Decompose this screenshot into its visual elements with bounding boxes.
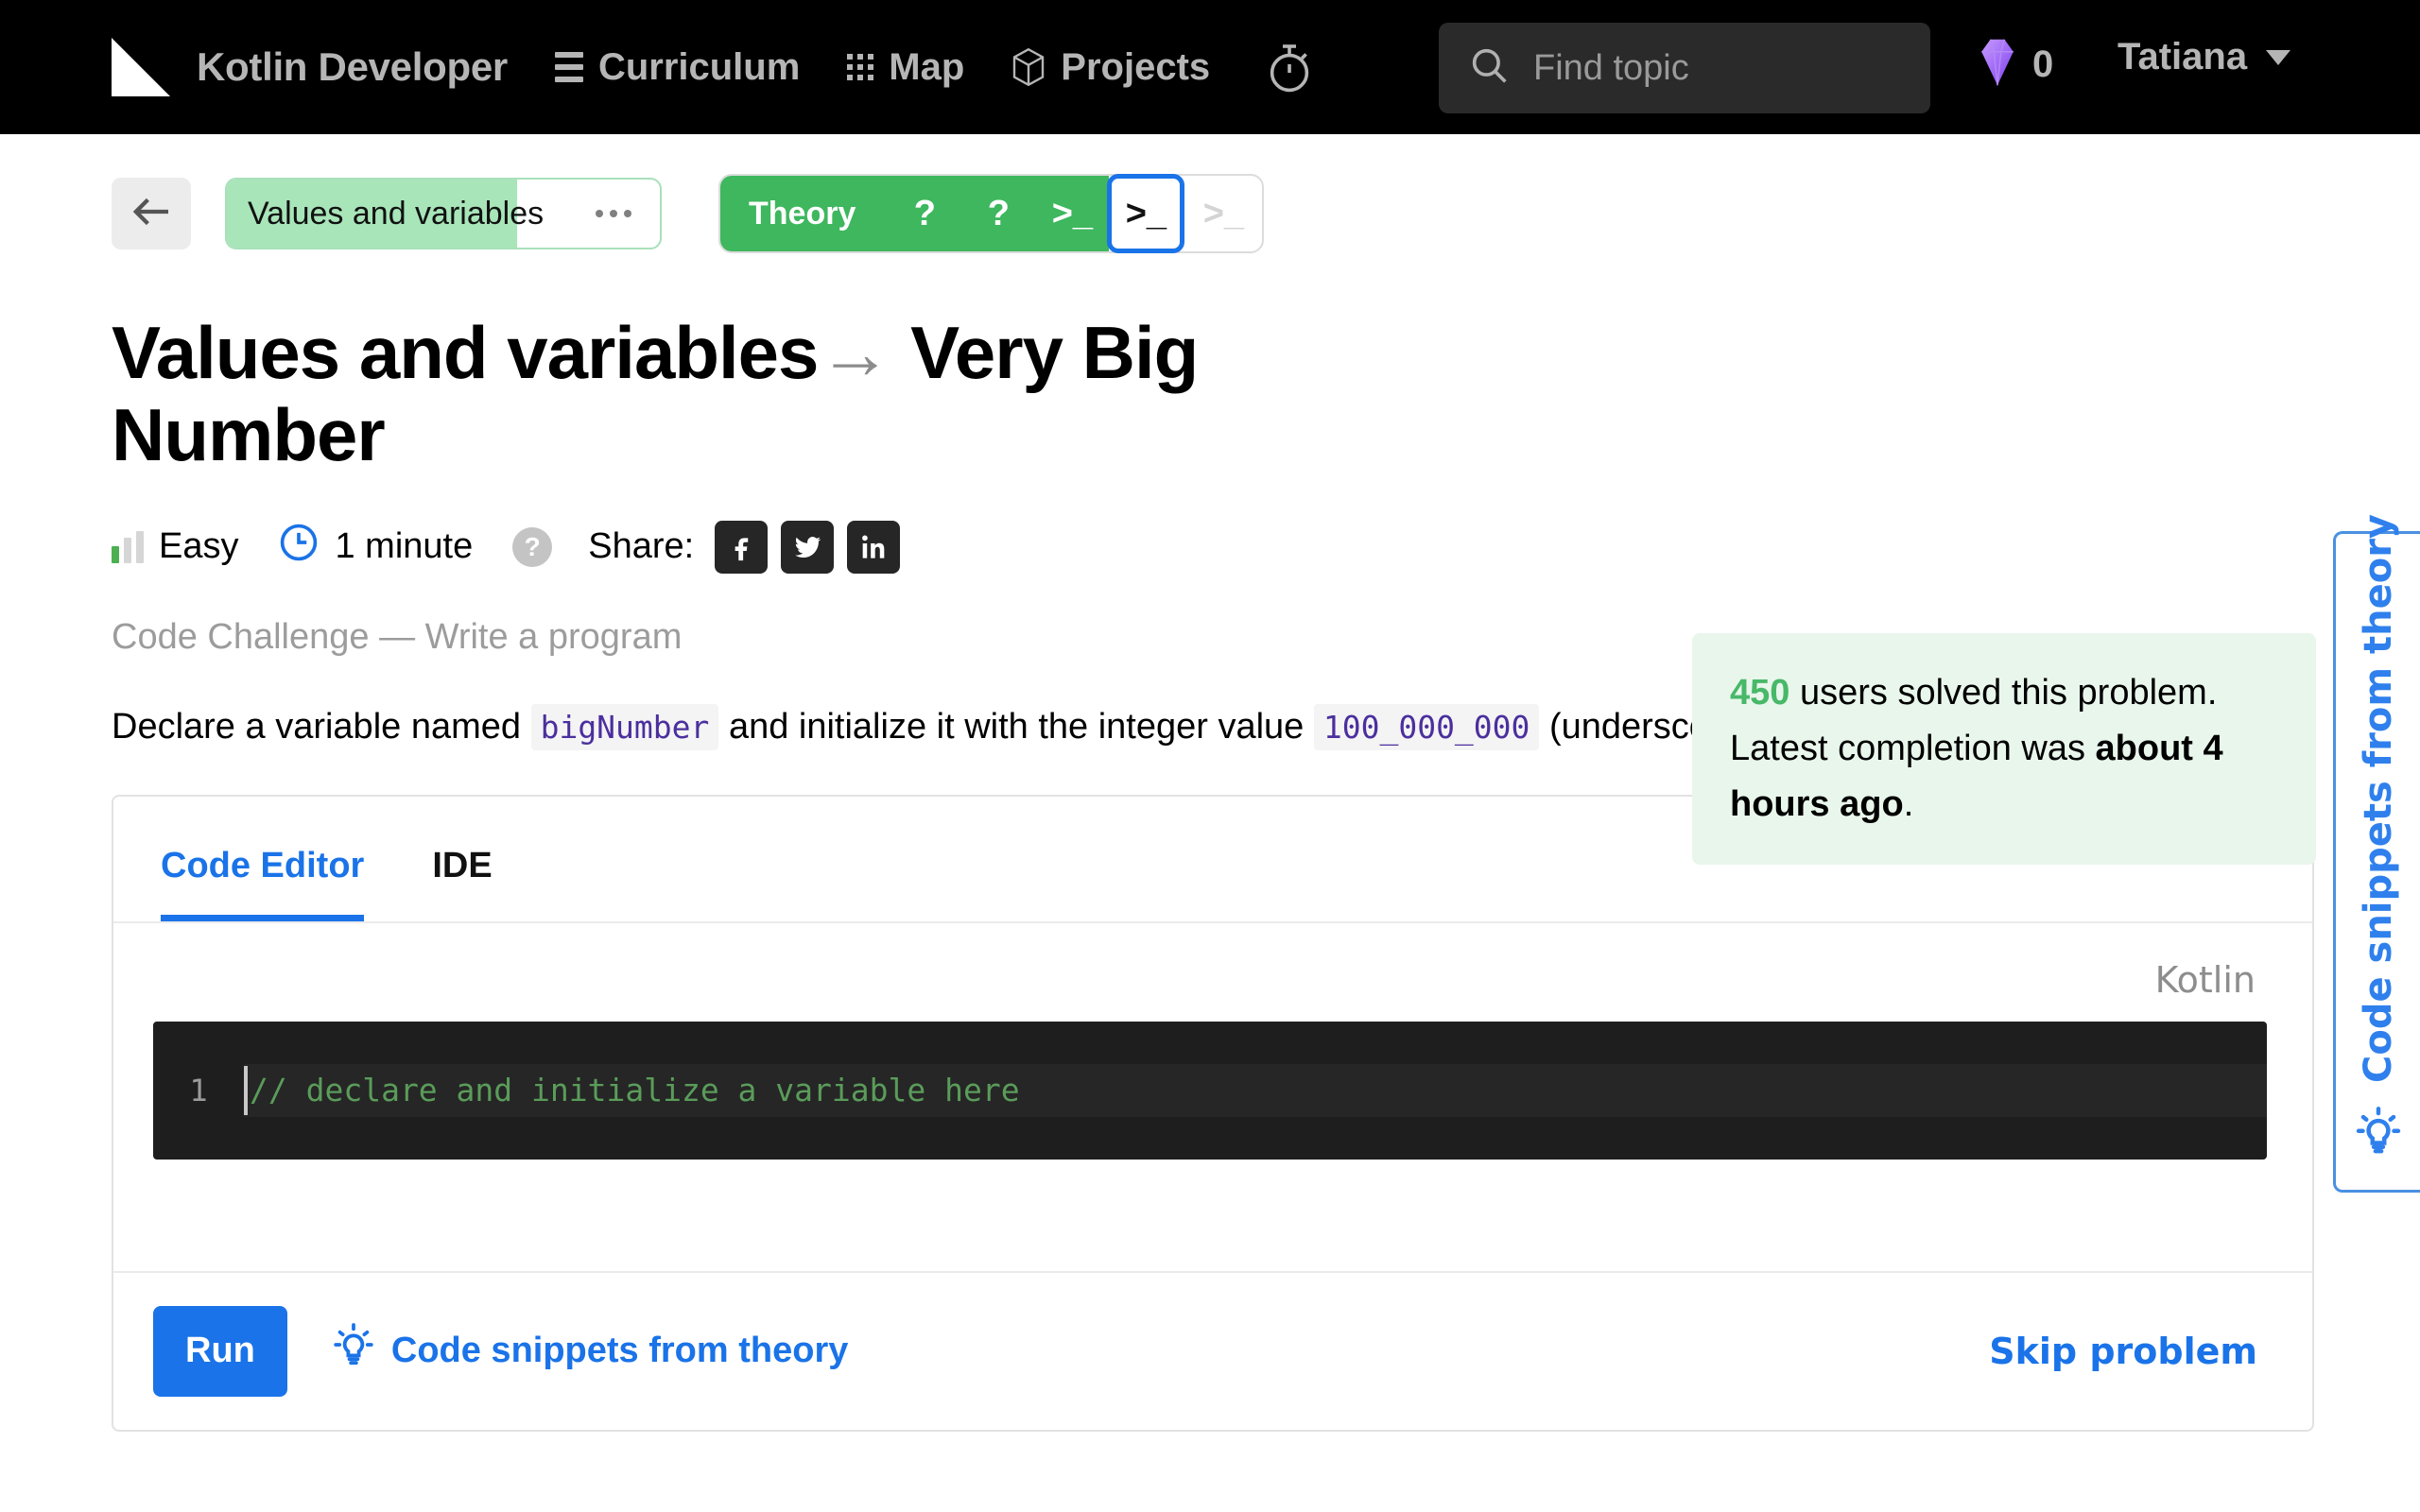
- gem-icon: [1976, 36, 2019, 94]
- stopwatch-icon[interactable]: [1265, 39, 1314, 95]
- step-code-1[interactable]: >_: [1035, 194, 1109, 234]
- question-circle-icon[interactable]: ?: [512, 526, 553, 567]
- side-tab-label: Code snippets from theory: [2356, 514, 2400, 1083]
- topic-chip-label: Values and variables: [248, 195, 544, 232]
- share-buttons: [715, 520, 901, 574]
- nav-item-projects[interactable]: Projects: [1011, 46, 1210, 89]
- share-label: Share:: [588, 526, 695, 567]
- code-snippets-label: Code snippets from theory: [390, 1331, 849, 1371]
- solved-count: 450: [1730, 673, 1790, 713]
- grid-dots-icon: [847, 54, 874, 80]
- facebook-icon[interactable]: [715, 520, 769, 574]
- step-navigation-bar: Values and variables Theory ? ? >_ >_ >_: [0, 134, 2420, 253]
- language-label: Kotlin: [2154, 958, 2256, 1001]
- hyperskill-logo-icon[interactable]: [112, 38, 170, 96]
- twitter-icon[interactable]: [781, 520, 835, 574]
- code-text: // declare and initialize a variable her…: [250, 1072, 1020, 1109]
- hamburger-icon: [554, 52, 583, 82]
- task-code-variable: bigNumber: [530, 703, 719, 750]
- code-snippets-side-tab[interactable]: Code snippets from theory: [2333, 514, 2420, 1193]
- main-content: Values and variables→ Very Big Number Ea…: [0, 311, 2420, 1432]
- difficulty-bars-icon: [112, 530, 144, 563]
- back-button[interactable]: [112, 178, 191, 249]
- ellipsis-icon[interactable]: [596, 210, 631, 217]
- task-part-2: and initialize it with the integer value: [718, 706, 1314, 747]
- editor-spacer: [113, 1160, 2312, 1271]
- linkedin-icon[interactable]: [847, 520, 901, 574]
- page-title: Values and variables→ Very Big Number: [112, 311, 1473, 477]
- search-placeholder: Find topic: [1533, 47, 1689, 88]
- run-button[interactable]: Run: [153, 1305, 287, 1397]
- step-code-next[interactable]: >_: [1184, 176, 1262, 251]
- line-number: 1: [189, 1072, 208, 1108]
- task-part-1: Declare a variable named: [112, 706, 531, 747]
- problem-meta-row: Easy 1 minute ? Share:: [112, 520, 2420, 574]
- step-quiz-2[interactable]: ?: [961, 194, 1035, 234]
- nav-label-curriculum: Curriculum: [597, 45, 801, 88]
- solved-stats-callout: 450 users solved this problem. Latest co…: [1692, 633, 2316, 865]
- tab-ide[interactable]: IDE: [432, 846, 492, 921]
- solved-period: .: [1903, 783, 1914, 824]
- step-quiz-1[interactable]: ?: [888, 194, 961, 234]
- code-editor-card: Code Editor IDE Kotlin 1 // declare and …: [112, 794, 2314, 1432]
- topic-progress-chip[interactable]: Values and variables: [225, 178, 662, 249]
- difficulty-label: Easy: [159, 526, 239, 567]
- search-icon: [1471, 47, 1509, 90]
- arrow-left-icon: [130, 195, 172, 233]
- lightbulb-icon: [333, 1322, 374, 1381]
- tab-code-editor[interactable]: Code Editor: [161, 846, 365, 921]
- brand-title[interactable]: Kotlin Developer: [197, 44, 508, 90]
- code-input-area[interactable]: 1 // declare and initialize a variable h…: [153, 1021, 2267, 1160]
- lightbulb-icon: [2353, 1106, 2404, 1165]
- code-active-line[interactable]: // declare and initialize a variable her…: [244, 1063, 2267, 1117]
- editor-footer: Run Code snippets from theory Skip probl…: [113, 1270, 2312, 1430]
- top-navbar: Kotlin Developer Curriculum Map Projects: [0, 0, 2420, 134]
- cube-icon: [1011, 46, 1046, 88]
- step-tabs: Theory ? ? >_ >_ >_: [718, 174, 1265, 253]
- nav-label-map: Map: [889, 45, 965, 88]
- user-menu[interactable]: Tatiana: [2118, 36, 2291, 78]
- steps-completed-group: Theory ? ? >_: [720, 176, 1110, 251]
- code-snippets-link[interactable]: Code snippets from theory: [333, 1322, 849, 1381]
- nav-item-curriculum[interactable]: Curriculum: [554, 45, 801, 89]
- page-title-topic: Values and variables: [112, 311, 819, 394]
- time-label: 1 minute: [335, 526, 474, 567]
- gems-indicator[interactable]: 0: [1976, 36, 2053, 94]
- page-title-arrow: →: [818, 311, 891, 394]
- nav-item-map[interactable]: Map: [847, 46, 964, 89]
- step-theory[interactable]: Theory: [720, 196, 888, 232]
- clock-icon: [278, 522, 320, 573]
- search-input[interactable]: Find topic: [1439, 23, 1930, 113]
- chevron-down-icon: [2266, 49, 2291, 65]
- skip-problem-link[interactable]: Skip problem: [1989, 1331, 2257, 1372]
- gem-count: 0: [2032, 43, 2054, 85]
- user-name: Tatiana: [2118, 36, 2248, 77]
- step-code-current[interactable]: >_: [1107, 174, 1185, 253]
- nav-label-projects: Projects: [1061, 45, 1211, 88]
- task-code-value: 100_000_000: [1313, 703, 1540, 750]
